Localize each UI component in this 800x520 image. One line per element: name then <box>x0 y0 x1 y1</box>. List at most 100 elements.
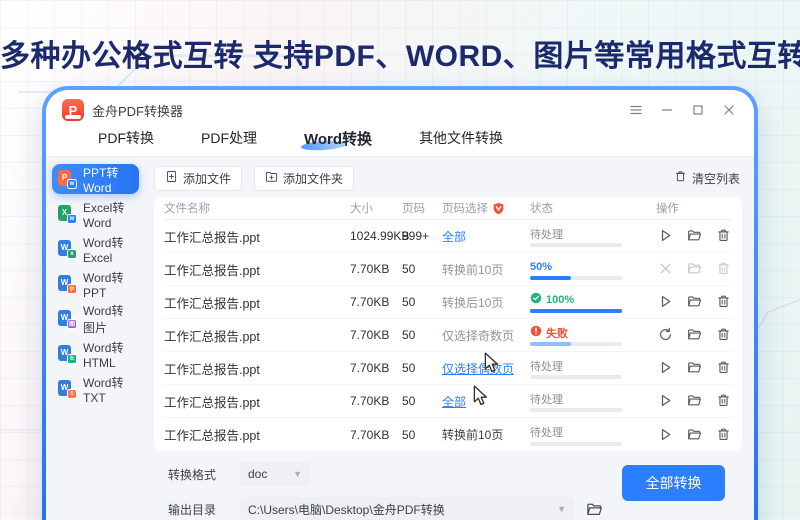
file-size: 7.70KB <box>350 427 390 442</box>
status-label: 失败 <box>546 327 568 340</box>
sidebar-item-label: Word转图片 <box>83 304 124 335</box>
trash-icon[interactable] <box>716 327 732 343</box>
menu-icon[interactable] <box>629 103 643 117</box>
folder-open-icon[interactable] <box>687 327 703 343</box>
output-dir-select[interactable]: C:\Users\电脑\Desktop\金舟PDF转换 ▼ <box>240 497 574 520</box>
col-pages: 页码 <box>402 203 425 215</box>
format-label: 转换格式 <box>168 467 217 482</box>
file-name: 工作汇总报告.ppt <box>164 329 260 344</box>
page-count: 50 <box>402 328 416 342</box>
progress-bar <box>530 408 622 412</box>
sidebar-item-1[interactable]: Xw Excel转Word <box>52 199 139 230</box>
add-folder-button[interactable]: 添加文件夹 <box>254 165 355 191</box>
table-row: 工作汇总报告.ppt 7.70KB 50 全部 待处理 <box>164 385 732 418</box>
trash-icon[interactable] <box>716 393 732 409</box>
format-select[interactable]: doc ▼ <box>240 462 310 486</box>
cancel-icon[interactable] <box>658 261 674 277</box>
progress-bar <box>530 309 622 313</box>
trash-icon <box>674 170 687 186</box>
convert-all-button[interactable]: 全部转换 <box>622 465 725 501</box>
progress-bar <box>530 276 622 280</box>
tab-1[interactable]: PDF处理 <box>201 126 257 148</box>
progress-bar <box>530 375 622 379</box>
sidebar-item-5[interactable]: Wh Word转HTML <box>52 339 139 370</box>
format-value: doc <box>248 467 268 481</box>
sidebar-item-label: Excel转Word <box>83 200 125 230</box>
page-selection-link[interactable]: 转换前10页 <box>442 263 503 277</box>
sidebar-item-label: Word转HTML <box>83 340 124 370</box>
tab-0[interactable]: PDF转换 <box>98 126 154 148</box>
file-size: 7.70KB <box>350 361 390 375</box>
file-name: 工作汇总报告.ppt <box>164 230 260 245</box>
output-dir-label: 输出目录 <box>168 502 217 517</box>
trash-icon[interactable] <box>716 228 732 244</box>
tab-3[interactable]: 其他文件转换 <box>419 126 503 148</box>
trash-icon[interactable] <box>716 360 732 376</box>
row-actions <box>656 228 732 244</box>
play-icon[interactable] <box>658 360 674 376</box>
error-circle-icon <box>530 324 542 342</box>
maximize-icon[interactable] <box>691 103 705 117</box>
open-folder-icon[interactable] <box>586 501 603 518</box>
page-selection-link[interactable]: 转换后10页 <box>442 296 503 310</box>
retry-icon[interactable] <box>658 327 674 343</box>
file-table: 文件名称 大小 页码 页码选择 状态 操作 工作汇总报告.ppt 1024.99K… <box>154 197 742 451</box>
folder-open-icon[interactable] <box>687 261 703 277</box>
conversion-type-icon: Wp <box>58 274 77 294</box>
folder-open-icon[interactable] <box>687 228 703 244</box>
add-file-label: 添加文件 <box>183 171 232 186</box>
trash-icon[interactable] <box>716 427 732 443</box>
folder-open-icon[interactable] <box>687 360 703 376</box>
sidebar: Pw PPT转Word Xw Excel转Word Wx Word转Excel Wp Word… <box>46 157 144 520</box>
window-controls <box>629 103 736 117</box>
file-name: 工作汇总报告.ppt <box>164 296 260 311</box>
page-selection-link[interactable]: 全部 <box>442 230 466 244</box>
play-icon[interactable] <box>658 228 674 244</box>
file-name: 工作汇总报告.ppt <box>164 395 260 410</box>
file-name: 工作汇总报告.ppt <box>164 362 260 377</box>
chevron-down-icon: ▼ <box>557 504 566 514</box>
conversion-type-icon: W图 <box>58 309 77 329</box>
table-row: 工作汇总报告.ppt 7.70KB 50 转换前10页 50% <box>164 253 732 286</box>
tab-label: Word转换 <box>304 131 373 148</box>
folder-open-icon[interactable] <box>687 294 703 310</box>
page-selection-link[interactable]: 仅选择奇数页 <box>442 329 514 343</box>
sidebar-item-3[interactable]: Wp Word转PPT <box>52 269 139 300</box>
folder-open-icon[interactable] <box>687 393 703 409</box>
status-cell: 待处理 <box>530 357 656 379</box>
sidebar-item-label: PPT转Word <box>83 165 119 195</box>
status-label: 待处理 <box>530 228 563 241</box>
close-icon[interactable] <box>722 103 736 117</box>
minimize-icon[interactable] <box>660 103 674 117</box>
page-count: 50 <box>402 394 416 408</box>
sidebar-item-2[interactable]: Wx Word转Excel <box>52 234 139 265</box>
sidebar-item-6[interactable]: Wt Word转TXT <box>52 374 139 405</box>
clear-list-button[interactable]: 清空列表 <box>674 170 742 187</box>
play-icon[interactable] <box>658 393 674 409</box>
add-file-icon <box>165 170 178 186</box>
page-selection-link[interactable]: 全部 <box>442 395 466 409</box>
tab-label: PDF转换 <box>98 130 154 146</box>
toolbar: 添加文件 添加文件夹 清空列表 <box>154 162 742 194</box>
page-selection-link[interactable]: 转换前10页 <box>442 428 503 442</box>
output-dir-value: C:\Users\电脑\Desktop\金舟PDF转换 <box>248 502 445 517</box>
sidebar-item-label: Word转Excel <box>83 235 124 265</box>
add-folder-icon <box>265 170 278 186</box>
page-count: 50 <box>402 295 416 309</box>
play-icon[interactable] <box>658 427 674 443</box>
add-file-button[interactable]: 添加文件 <box>154 165 243 191</box>
table-row: 工作汇总报告.ppt 1024.99KB 999+ 全部 待处理 <box>164 220 732 253</box>
file-name: 工作汇总报告.ppt <box>164 263 260 278</box>
footer-bar: 转换格式 doc ▼ 输出目录 C:\Users\电脑\Desktop\金舟PD… <box>154 451 742 520</box>
play-icon[interactable] <box>658 294 674 310</box>
conversion-type-icon: Wh <box>58 344 77 364</box>
page-selection-link[interactable]: 仅选择偶数页 <box>442 362 514 376</box>
sidebar-item-4[interactable]: W 图 Word转图片 <box>52 304 139 335</box>
tab-2[interactable]: Word转换 <box>300 126 373 152</box>
folder-open-icon[interactable] <box>687 427 703 443</box>
conversion-type-icon: Pw <box>58 169 77 189</box>
trash-icon[interactable] <box>716 294 732 310</box>
page-count: 50 <box>402 262 416 276</box>
sidebar-item-0[interactable]: Pw PPT转Word <box>52 164 139 195</box>
trash-icon[interactable] <box>716 261 732 277</box>
